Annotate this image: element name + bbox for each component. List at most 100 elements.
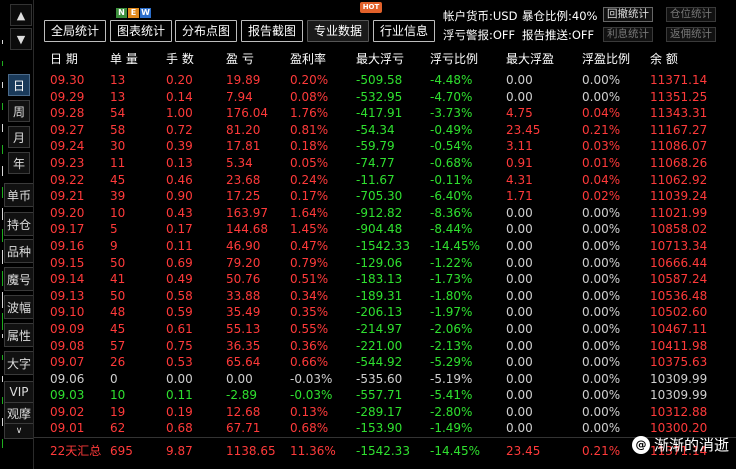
chevron-down-icon: ∨ [15, 426, 23, 436]
period-week-button[interactable]: 周 [8, 100, 30, 122]
cell-return-rate: -0.03% [290, 371, 333, 386]
report-screenshot-button[interactable]: 报告截图 [241, 20, 304, 42]
col-header-max-float-profit[interactable]: 最大浮盈 [506, 44, 582, 72]
cell-max-float-profit: 0.00 [506, 321, 533, 336]
chart-strip-bar [2, 82, 3, 88]
cell-float-loss-ratio: -2.80% [430, 404, 473, 419]
table-row[interactable]: 09.09 45 0.61 55.13 0.55% -214.97 -2.06% 0.00 0.… [50, 321, 736, 338]
hot-badge: HOT [360, 2, 382, 13]
chart-stats-button[interactable]: 图表统计 [110, 20, 173, 42]
table-row[interactable]: 09.30 13 0.20 19.89 0.20% -509.58 -4.48% 0.00 0.… [50, 72, 736, 89]
vip-button[interactable]: VIP [4, 381, 34, 403]
magic-number-button[interactable]: 魔号 [4, 267, 34, 291]
observe-button[interactable]: 观摩 [4, 402, 34, 424]
collapse-button[interactable]: ∨ [4, 423, 34, 439]
cell-float-loss-ratio: -6.40% [430, 189, 473, 204]
table-row[interactable]: 09.07 26 0.53 65.64 0.66% -544.92 -5.29% 0.00 0.… [50, 354, 736, 371]
cell-balance: 11021.99 [650, 205, 708, 220]
cell-float-loss-ratio: -3.73% [430, 106, 473, 121]
rebate-stats-button[interactable]: 返佣统计 [666, 27, 716, 42]
period-month-button[interactable]: 月 [8, 126, 30, 148]
table-row[interactable]: 09.06 0 0.00 0.00 -0.03% -535.60 -5.19% 0.00 0.0… [50, 371, 736, 388]
cell-date: 09.03 [50, 388, 85, 403]
table-row[interactable]: 09.10 48 0.59 35.49 0.35% -206.13 -1.97% 0.00 0.… [50, 304, 736, 321]
cell-float-loss-ratio: -5.41% [430, 388, 473, 403]
cell-pnl: 65.64 [226, 355, 261, 370]
watermark: @ 渐渐的消逝 [631, 434, 729, 455]
chart-strip-bar [2, 397, 3, 404]
table-row[interactable]: 09.03 10 0.11 -2.89 -0.03% -557.71 -5.41% 0.00 0… [50, 387, 736, 404]
cell-orders: 5 [110, 222, 118, 237]
symbols-button[interactable]: 品种 [4, 239, 34, 263]
table-row[interactable]: 09.28 54 1.00 176.04 1.76% -417.91 -3.73% 4.75 0… [50, 105, 736, 122]
cell-return-rate: 0.05% [290, 155, 329, 170]
table-row[interactable]: 09.27 58 0.72 81.20 0.81% -54.34 -0.49% 23.45 0.… [50, 122, 736, 139]
table-row[interactable]: 09.13 50 0.58 33.88 0.34% -189.31 -1.80% 0.00 0.… [50, 288, 736, 305]
cell-orders: 48 [110, 305, 126, 320]
period-day-button[interactable]: 日 [8, 74, 30, 96]
period-year-button[interactable]: 年 [8, 152, 30, 174]
table-row[interactable]: 09.22 45 0.46 23.68 0.24% -11.67 -0.11% 4.31 0.0… [50, 172, 736, 189]
cell-orders: 39 [110, 189, 126, 204]
cell-float-profit-ratio: 0.00% [582, 388, 621, 403]
cell-orders: 45 [110, 172, 126, 187]
global-stats-button[interactable]: 全局统计 [44, 20, 107, 42]
cell-float-profit-ratio: 0.00% [582, 355, 621, 370]
table-row[interactable]: 09.16 9 0.11 46.90 0.47% -1542.33 -14.45% 0.00 0… [50, 238, 736, 255]
table-row[interactable]: 09.14 41 0.49 50.76 0.51% -183.13 -1.73% 0.00 0.… [50, 271, 736, 288]
table-row[interactable]: 09.02 19 0.19 12.68 0.13% -289.17 -2.80% 0.00 0.… [50, 404, 736, 421]
cell-return-rate: 0.08% [290, 89, 329, 104]
table-row[interactable]: 09.20 10 0.43 163.97 1.64% -912.82 -8.36% 0.00 0… [50, 205, 736, 222]
chart-strip-bar [2, 208, 3, 220]
scroll-up-button[interactable]: ▲ [10, 4, 32, 26]
account-currency-label: 帐户货币:USD [443, 9, 518, 23]
scroll-down-button[interactable]: ▼ [10, 28, 32, 50]
table-row[interactable]: 09.23 11 0.13 5.34 0.05% -74.77 -0.68% 0.91 0.01… [50, 155, 736, 172]
col-header-lots[interactable]: 手 数 [166, 44, 226, 72]
col-header-max-float-loss[interactable]: 最大浮亏 [356, 44, 430, 72]
cell-return-rate: 0.47% [290, 238, 329, 253]
col-header-return-rate[interactable]: 盈利率 [290, 44, 356, 72]
col-header-balance[interactable]: 余 额 [650, 44, 736, 72]
cell-max-float-profit: 0.00 [506, 205, 533, 220]
table-row[interactable]: 09.21 39 0.90 17.25 0.17% -705.30 -6.40% 1.71 0.… [50, 188, 736, 205]
cell-date: 09.30 [50, 73, 85, 87]
distribution-plot-button[interactable]: 分布点图 [175, 20, 238, 42]
cell-pnl: 50.76 [226, 272, 261, 287]
positions-button[interactable]: 持仓 [4, 212, 34, 236]
col-header-orders[interactable]: 单 量 [110, 44, 166, 72]
interest-stats-button[interactable]: 利息统计 [603, 27, 653, 42]
summary-float-loss-ratio: -14.45% [430, 444, 481, 458]
position-stats-button[interactable]: 仓位统计 [666, 7, 716, 22]
large-font-button[interactable]: 大字 [4, 351, 34, 375]
cell-orders: 19 [110, 404, 126, 419]
table-row[interactable]: 09.29 13 0.14 7.94 0.08% -532.95 -4.70% 0.00 0.0… [50, 89, 736, 106]
attributes-button[interactable]: 属性 [4, 323, 34, 347]
col-header-pnl[interactable]: 盈 亏 [226, 44, 290, 72]
cell-date: 09.27 [50, 122, 85, 137]
single-currency-button[interactable]: 单币 [4, 183, 34, 207]
cell-date: 09.20 [50, 205, 85, 220]
cell-date: 09.17 [50, 222, 85, 237]
table-row[interactable]: 09.08 57 0.75 36.35 0.36% -221.00 -2.13% 0.00 0.… [50, 338, 736, 355]
table-row[interactable]: 09.17 5 0.17 144.68 1.45% -904.48 -8.44% 0.00 0.… [50, 221, 736, 238]
drawdown-stats-button[interactable]: 回撤统计 [603, 7, 653, 22]
cell-balance: 10587.24 [650, 272, 708, 287]
summary-label: 22天汇总 [50, 444, 102, 458]
pro-data-button[interactable]: 专业数据 [307, 20, 370, 42]
col-header-float-loss-ratio[interactable]: 浮亏比例 [430, 44, 506, 72]
cell-orders: 62 [110, 421, 126, 436]
table-row[interactable]: 09.24 30 0.39 17.81 0.18% -59.79 -0.54% 3.11 0.0… [50, 138, 736, 155]
cell-lots: 0.20 [166, 73, 193, 87]
chart-strip-bar [2, 124, 3, 132]
amplitude-button[interactable]: 波幅 [4, 295, 34, 319]
col-header-date[interactable]: 日 期 [50, 44, 110, 72]
cell-pnl: 36.35 [226, 338, 261, 353]
cell-date: 09.01 [50, 421, 85, 436]
industry-info-button[interactable]: 行业信息 [373, 20, 436, 42]
cell-balance: 11167.27 [650, 122, 708, 137]
table-row[interactable]: 09.15 50 0.69 79.20 0.79% -129.06 -1.22% 0.00 0.… [50, 255, 736, 272]
cell-balance: 10309.99 [650, 371, 708, 386]
cell-balance: 10502.60 [650, 305, 708, 320]
col-header-float-profit-ratio[interactable]: 浮盈比例 [582, 44, 650, 72]
